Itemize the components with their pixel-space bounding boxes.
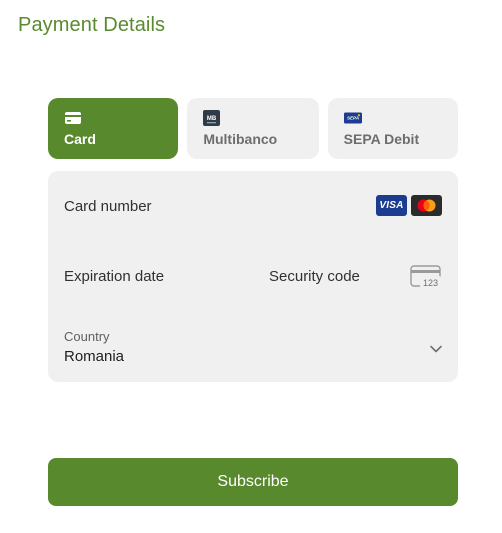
sepa-logo-icon: SEPA — [343, 112, 362, 124]
tab-multibanco-label: Multibanco — [203, 131, 278, 147]
page-title: Payment Details — [18, 14, 166, 36]
card-icon — [65, 112, 81, 124]
multibanco-logo-text: MB — [207, 116, 217, 122]
country-select[interactable]: Romania — [64, 348, 124, 365]
card-details-form: Card number VISA Expiration date Securit… — [48, 171, 458, 382]
expiration-date-field[interactable]: Expiration date — [64, 268, 164, 285]
subscribe-button[interactable]: Subscribe — [48, 458, 458, 506]
multibanco-logo-icon: MB — [203, 110, 221, 126]
payment-method-tabs: Card MB Multibanco SEPA SEPA Debit — [48, 98, 458, 159]
cvc-card-icon: 123 — [410, 265, 441, 288]
tab-card[interactable]: Card — [48, 98, 179, 159]
payment-page: Payment Details Card MB Multibanco SEPA — [0, 0, 502, 533]
country-label: Country — [64, 329, 110, 344]
chevron-down-icon[interactable] — [428, 341, 444, 357]
tab-sepa-debit[interactable]: SEPA SEPA Debit — [327, 98, 458, 159]
tab-sepa-debit-label: SEPA Debit — [343, 131, 420, 147]
cvc-icon-text: 123 — [423, 278, 438, 288]
mastercard-icon — [411, 195, 442, 216]
tab-multibanco[interactable]: MB Multibanco — [187, 98, 319, 159]
card-number-field[interactable]: Card number — [64, 198, 152, 215]
tab-card-label: Card — [64, 131, 96, 147]
sepa-logo-text: SEPA — [347, 116, 359, 121]
visa-icon: VISA — [376, 195, 407, 216]
security-code-field[interactable]: Security code — [269, 268, 360, 285]
card-brand-icons: VISA — [376, 195, 442, 216]
